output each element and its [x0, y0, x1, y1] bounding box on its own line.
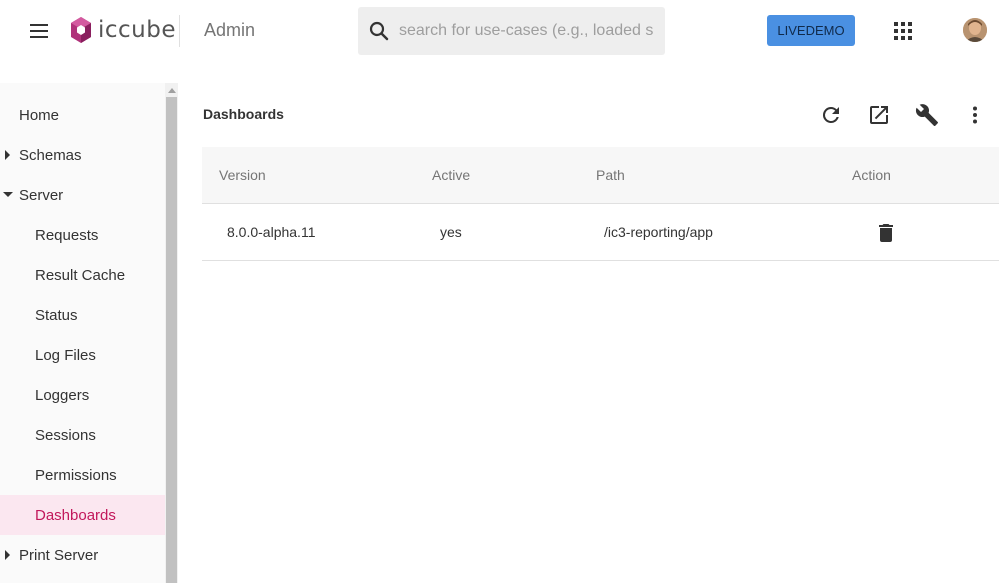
- sidebar-item-server[interactable]: Server: [0, 175, 165, 215]
- search-icon: [369, 21, 389, 41]
- user-photo-icon: [963, 18, 987, 42]
- sidebar-item-home[interactable]: Home: [0, 95, 165, 135]
- sidebar-item-print-server[interactable]: Print Server: [0, 535, 165, 575]
- app-title: Admin: [204, 20, 256, 40]
- cell-path: /ic3-reporting/app: [604, 224, 713, 240]
- sidebar-item-label: Server: [19, 186, 64, 204]
- sidebar-item-dashboards[interactable]: Dashboards: [0, 495, 165, 535]
- search-input[interactable]: [399, 22, 659, 40]
- sidebar-item-sessions[interactable]: Sessions: [0, 415, 165, 455]
- column-header-action: Action: [852, 167, 891, 183]
- user-avatar[interactable]: [963, 18, 987, 42]
- sidebar-item-label: Home: [19, 106, 60, 124]
- expand-caret-icon[interactable]: [5, 150, 10, 160]
- sidebar-item-label: Dashboards: [35, 506, 116, 524]
- sidebar-item-requests[interactable]: Requests: [0, 215, 165, 255]
- iccube-logo[interactable]: iccube: [70, 13, 176, 47]
- sidebar-item-log-files[interactable]: Log Files: [0, 335, 165, 375]
- cell-active: yes: [440, 224, 462, 240]
- scroll-thumb[interactable]: [166, 97, 177, 583]
- top-app-bar: iccube Admin LIVEDEMO: [0, 0, 999, 62]
- sidebar-item-schemas[interactable]: Schemas: [0, 135, 165, 175]
- sidebar-item-label: Sessions: [35, 426, 96, 444]
- page-title: Dashboards: [203, 106, 284, 122]
- more-vert-icon[interactable]: [963, 103, 987, 127]
- hamburger-menu-icon[interactable]: [24, 19, 54, 43]
- sidebar-nav: Home Schemas Server Requests Result Cach…: [0, 83, 165, 583]
- cell-version: 8.0.0-alpha.11: [227, 224, 316, 240]
- refresh-icon[interactable]: [819, 103, 843, 127]
- sidebar-item-label: Result Cache: [35, 266, 126, 284]
- sidebar-item-loggers[interactable]: Loggers: [0, 375, 165, 415]
- sidebar-item-status[interactable]: Status: [0, 295, 165, 335]
- sidebar-item-label: Requests: [35, 226, 99, 244]
- header-divider: [179, 15, 180, 47]
- dashboards-table: Version Active Path Action 8.0.0-alpha.1…: [202, 147, 999, 261]
- apps-grid-icon[interactable]: [892, 20, 914, 42]
- sidebar-item-label: Status: [35, 306, 78, 324]
- table-row[interactable]: 8.0.0-alpha.11 yes /ic3-reporting/app: [202, 204, 999, 261]
- expand-caret-icon[interactable]: [5, 550, 10, 560]
- collapse-caret-icon[interactable]: [3, 192, 13, 197]
- sidebar-scrollbar[interactable]: [165, 83, 178, 583]
- column-header-active[interactable]: Active: [432, 167, 470, 183]
- sidebar-item-permissions[interactable]: Permissions: [0, 455, 165, 495]
- sidebar-item-label: Log Files: [35, 346, 96, 364]
- wrench-icon[interactable]: [915, 103, 939, 127]
- column-header-version[interactable]: Version: [219, 167, 266, 183]
- cube-logo-icon: [71, 17, 91, 43]
- scroll-up-arrow-icon[interactable]: [168, 88, 176, 93]
- table-header: Version Active Path Action: [202, 147, 999, 204]
- logo-text: iccube: [98, 17, 177, 43]
- column-header-path[interactable]: Path: [596, 167, 625, 183]
- sidebar-item-label: Print Server: [19, 546, 99, 564]
- sidebar-item-label: Permissions: [35, 466, 117, 484]
- livedemo-button[interactable]: LIVEDEMO: [767, 15, 855, 46]
- delete-icon[interactable]: [874, 221, 898, 245]
- search-box[interactable]: [358, 7, 665, 55]
- sidebar-item-label: Schemas: [19, 146, 82, 164]
- sidebar-item-label: Loggers: [35, 386, 90, 404]
- sidebar-item-result-cache[interactable]: Result Cache: [0, 255, 165, 295]
- open-in-new-icon[interactable]: [867, 103, 891, 127]
